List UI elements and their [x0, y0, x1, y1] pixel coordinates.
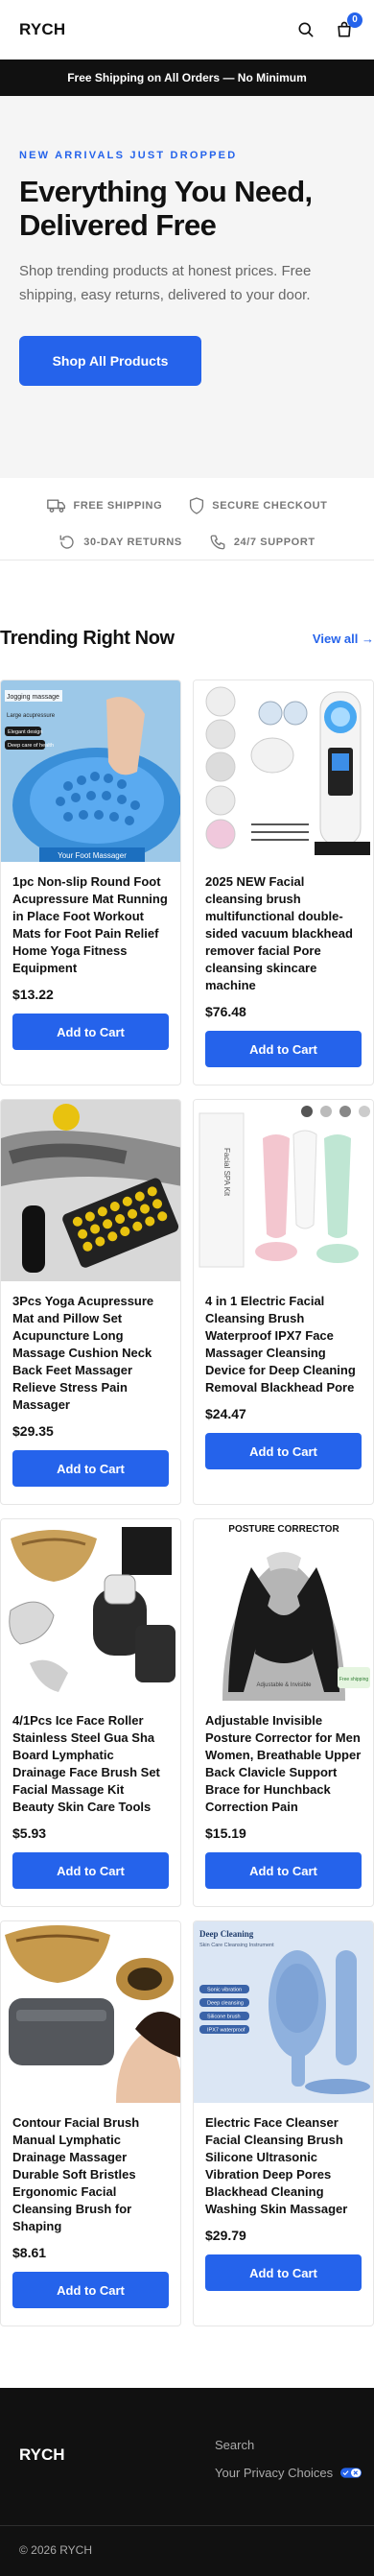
product-image[interactable]: Jogging massage Large acupressure Elegan…	[1, 680, 180, 862]
footer-link-search[interactable]: Search	[215, 2438, 362, 2452]
hero-title: Everything You Need, Delivered Free	[19, 175, 313, 242]
product-grid: Jogging massage Large acupressure Elegan…	[0, 680, 374, 2326]
product-card[interactable]: POSTURE CORRECTOR Adjustable & Invisible…	[193, 1518, 374, 1907]
footer-links: Search Your Privacy Choices	[215, 2438, 362, 2480]
product-card[interactable]: Deep Cleaning Skin Care Cleansing Instru…	[193, 1920, 374, 2326]
trust-returns: 30-Day Returns	[58, 534, 182, 551]
svg-text:Large acupressure: Large acupressure	[7, 713, 56, 719]
svg-text:Your Foot Massager: Your Foot Massager	[58, 851, 127, 860]
svg-text:Deep care of health: Deep care of health	[8, 743, 54, 749]
svg-text:Adjustable & Invisible: Adjustable & Invisible	[256, 1682, 312, 1688]
trending-section: Trending Right Now View all → Jogging ma…	[0, 626, 374, 2326]
store-logo[interactable]: RYCH	[19, 20, 65, 39]
product-card[interactable]: 4/1Pcs Ice Face Roller Stainless Steel G…	[0, 1518, 181, 1907]
hero-section: New Arrivals Just Dropped Everything You…	[0, 96, 374, 478]
product-card[interactable]: 3Pcs Yoga Acupressure Mat and Pillow Set…	[0, 1099, 181, 1505]
product-price: $5.93	[12, 1825, 47, 1841]
product-price: $13.22	[12, 987, 54, 1002]
add-to-cart-button[interactable]: Add to Cart	[205, 1031, 362, 1067]
footer-logo[interactable]: RYCH	[19, 2445, 65, 2465]
truck-icon	[46, 499, 65, 513]
trust-support: 24/7 Support	[209, 534, 316, 551]
product-image[interactable]	[1, 1921, 180, 2103]
svg-text:Deep Cleaning: Deep Cleaning	[199, 1929, 254, 1939]
product-price: $24.47	[205, 1406, 246, 1421]
product-card[interactable]: 2025 NEW Facial cleansing brush multifun…	[193, 680, 374, 1085]
footer-copyright: © 2026 RYCH	[19, 2543, 92, 2557]
footer-divider	[0, 2525, 374, 2526]
product-card[interactable]: Jogging massage Large acupressure Elegan…	[0, 680, 181, 1085]
product-title[interactable]: Adjustable Invisible Posture Corrector f…	[205, 1712, 362, 1816]
trending-title: Trending Right Now	[0, 627, 175, 649]
product-title[interactable]: 2025 NEW Facial cleansing brush multifun…	[205, 873, 362, 994]
phone-icon	[210, 535, 225, 550]
product-image[interactable]: Deep Cleaning Skin Care Cleansing Instru…	[194, 1921, 373, 2103]
trust-secure-checkout: Secure Checkout	[189, 497, 327, 514]
shield-icon	[190, 497, 204, 514]
add-to-cart-button[interactable]: Add to Cart	[205, 1852, 362, 1889]
product-card[interactable]: Contour Facial Brush Manual Lymphatic Dr…	[0, 1920, 181, 2326]
add-to-cart-button[interactable]: Add to Cart	[12, 1014, 169, 1050]
product-image[interactable]	[1, 1100, 180, 1281]
product-price: $76.48	[205, 1004, 246, 1019]
product-title[interactable]: 3Pcs Yoga Acupressure Mat and Pillow Set…	[12, 1293, 169, 1414]
product-title[interactable]: 4 in 1 Electric Facial Cleansing Brush W…	[205, 1293, 362, 1396]
add-to-cart-button[interactable]: Add to Cart	[12, 1852, 169, 1889]
product-price: $8.61	[12, 2245, 47, 2260]
footer-link-privacy-choices[interactable]: Your Privacy Choices	[215, 2466, 362, 2480]
svg-text:Elegant design: Elegant design	[8, 729, 42, 735]
return-arrow-icon	[59, 535, 74, 549]
hero-subtitle: Shop trending products at honest prices.…	[19, 263, 312, 303]
search-icon[interactable]	[295, 19, 316, 40]
product-image[interactable]: POSTURE CORRECTOR Adjustable & Invisible…	[194, 1519, 373, 1701]
cart-button[interactable]: 0	[334, 12, 362, 40]
product-image[interactable]	[1, 1519, 180, 1701]
product-price: $15.19	[205, 1825, 246, 1841]
header-icons: 0	[295, 12, 362, 40]
product-title[interactable]: 4/1Pcs Ice Face Roller Stainless Steel G…	[12, 1712, 169, 1816]
product-image[interactable]	[194, 680, 373, 862]
site-header: RYCH 0	[0, 0, 374, 60]
svg-text:POSTURE CORRECTOR: POSTURE CORRECTOR	[228, 1524, 339, 1535]
product-title[interactable]: Electric Face Cleanser Facial Cleansing …	[205, 2114, 362, 2218]
add-to-cart-button[interactable]: Add to Cart	[12, 2272, 169, 2308]
add-to-cart-button[interactable]: Add to Cart	[205, 2254, 362, 2291]
announcement-bar: Free Shipping on All Orders — No Minimum	[0, 60, 374, 96]
cart-count-badge: 0	[347, 12, 362, 28]
trust-free-shipping: Free Shipping	[46, 498, 163, 513]
svg-text:Sonic vibration: Sonic vibration	[207, 1988, 242, 1993]
add-to-cart-button[interactable]: Add to Cart	[205, 1433, 362, 1469]
privacy-toggle-icon	[340, 2468, 362, 2478]
product-title[interactable]: 1pc Non-slip Round Foot Acupressure Mat …	[12, 873, 169, 977]
svg-text:Jogging massage: Jogging massage	[7, 694, 59, 701]
svg-text:Skin Care Cleansing Instrument: Skin Care Cleansing Instrument	[199, 1943, 274, 1948]
svg-text:Free shipping: Free shipping	[339, 1677, 369, 1682]
product-image[interactable]: Facial SPA Kit	[194, 1100, 373, 1281]
svg-text:Deep cleansing: Deep cleansing	[207, 2001, 244, 2007]
product-card[interactable]: Facial SPA Kit 4 in 1 Electric Facial Cl…	[193, 1099, 374, 1505]
shop-all-button[interactable]: Shop All Products	[19, 336, 201, 386]
trust-bar: Free Shipping Secure Checkout 30-Day Ret…	[0, 478, 374, 561]
product-title[interactable]: Contour Facial Brush Manual Lymphatic Dr…	[12, 2114, 169, 2235]
svg-text:Silicone brush: Silicone brush	[207, 2015, 241, 2020]
product-price: $29.79	[205, 2228, 246, 2243]
site-footer: RYCH Search Your Privacy Choices © 2026 …	[0, 2388, 374, 2576]
svg-text:Facial SPA Kit: Facial SPA Kit	[222, 1148, 231, 1197]
svg-text:IPX7 waterproof: IPX7 waterproof	[207, 2028, 245, 2034]
add-to-cart-button[interactable]: Add to Cart	[12, 1450, 169, 1487]
view-all-link[interactable]: View all →	[313, 632, 374, 646]
hero-eyebrow: New Arrivals Just Dropped	[19, 150, 238, 161]
product-price: $29.35	[12, 1423, 54, 1439]
